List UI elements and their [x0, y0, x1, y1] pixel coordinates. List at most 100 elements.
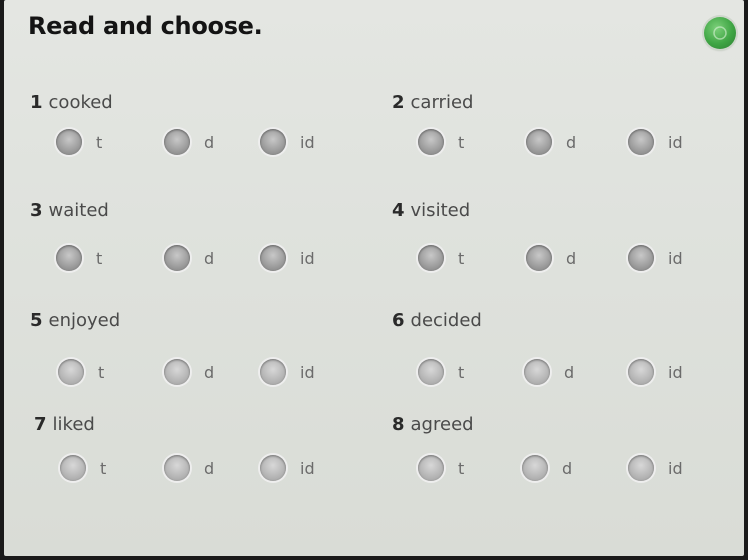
question-word: liked: [52, 414, 95, 435]
option-label: t: [98, 362, 105, 382]
question-label: 8 agreed: [392, 414, 474, 435]
radio-button[interactable]: [260, 455, 286, 481]
question-label: 2 carried: [392, 92, 473, 113]
question-label: 7 liked: [34, 414, 95, 435]
radio-button[interactable]: [56, 129, 82, 155]
question-number: 4: [392, 200, 405, 221]
option-label: id: [668, 248, 683, 268]
radio-button[interactable]: [526, 129, 552, 155]
option-label: t: [458, 458, 465, 478]
question-word: agreed: [410, 414, 474, 435]
radio-button[interactable]: [524, 359, 550, 385]
option-t[interactable]: t: [418, 454, 464, 482]
question-3: 3 waited t d id: [30, 200, 390, 290]
option-id[interactable]: id: [260, 128, 315, 156]
option-t[interactable]: t: [418, 128, 464, 156]
page-title: Read and choose.: [28, 12, 263, 40]
question-number: 3: [30, 200, 43, 221]
question-label: 6 decided: [392, 310, 482, 331]
radio-button[interactable]: [56, 245, 82, 271]
arrow-icon: [713, 26, 727, 40]
option-t[interactable]: t: [58, 358, 104, 386]
radio-button[interactable]: [628, 245, 654, 271]
question-number: 5: [30, 310, 43, 331]
radio-button[interactable]: [260, 129, 286, 155]
option-id[interactable]: id: [260, 454, 315, 482]
question-label: 5 enjoyed: [30, 310, 120, 331]
radio-button[interactable]: [164, 129, 190, 155]
option-label: id: [668, 458, 683, 478]
option-label: id: [668, 132, 683, 152]
question-2: 2 carried t d id: [392, 92, 748, 182]
option-label: d: [204, 458, 215, 478]
question-5: 5 enjoyed t d id: [30, 310, 390, 400]
option-d[interactable]: d: [164, 244, 214, 272]
option-label: id: [300, 458, 315, 478]
question-word: decided: [410, 310, 482, 331]
question-number: 6: [392, 310, 405, 331]
option-label: d: [562, 458, 573, 478]
question-word: visited: [410, 200, 471, 221]
radio-button[interactable]: [260, 359, 286, 385]
option-id[interactable]: id: [628, 454, 683, 482]
exercise-screen: Read and choose. 1 cooked t d id 2 carried…: [4, 0, 744, 556]
option-id[interactable]: id: [260, 358, 315, 386]
option-t[interactable]: t: [56, 244, 102, 272]
radio-button[interactable]: [60, 455, 86, 481]
question-number: 8: [392, 414, 405, 435]
option-t[interactable]: t: [418, 244, 464, 272]
go-button[interactable]: [704, 17, 736, 49]
radio-button[interactable]: [522, 455, 548, 481]
radio-button[interactable]: [526, 245, 552, 271]
radio-button[interactable]: [628, 129, 654, 155]
option-label: t: [458, 132, 465, 152]
option-d[interactable]: d: [526, 244, 576, 272]
option-label: id: [668, 362, 683, 382]
option-d[interactable]: d: [524, 358, 574, 386]
option-d[interactable]: d: [164, 358, 214, 386]
question-7: 7 liked t d id: [34, 414, 394, 504]
option-label: d: [566, 248, 577, 268]
radio-button[interactable]: [418, 129, 444, 155]
radio-button[interactable]: [164, 455, 190, 481]
option-label: t: [96, 132, 103, 152]
radio-button[interactable]: [418, 359, 444, 385]
option-t[interactable]: t: [418, 358, 464, 386]
option-id[interactable]: id: [260, 244, 315, 272]
option-t[interactable]: t: [56, 128, 102, 156]
question-4: 4 visited t d id: [392, 200, 748, 290]
option-d[interactable]: d: [522, 454, 572, 482]
radio-button[interactable]: [628, 455, 654, 481]
option-label: t: [458, 362, 465, 382]
option-id[interactable]: id: [628, 128, 683, 156]
option-id[interactable]: id: [628, 358, 683, 386]
radio-button[interactable]: [164, 245, 190, 271]
question-number: 1: [30, 92, 43, 113]
radio-button[interactable]: [628, 359, 654, 385]
radio-button[interactable]: [418, 455, 444, 481]
radio-button[interactable]: [418, 245, 444, 271]
question-word: cooked: [48, 92, 113, 113]
option-label: d: [204, 132, 215, 152]
option-label: d: [204, 248, 215, 268]
question-1: 1 cooked t d id: [30, 92, 390, 182]
radio-button[interactable]: [260, 245, 286, 271]
radio-button[interactable]: [58, 359, 84, 385]
option-label: d: [204, 362, 215, 382]
option-label: id: [300, 132, 315, 152]
option-id[interactable]: id: [628, 244, 683, 272]
option-label: d: [566, 132, 577, 152]
question-label: 1 cooked: [30, 92, 113, 113]
option-d[interactable]: d: [164, 128, 214, 156]
option-label: d: [564, 362, 575, 382]
option-d[interactable]: d: [164, 454, 214, 482]
option-label: id: [300, 362, 315, 382]
option-t[interactable]: t: [60, 454, 106, 482]
option-label: t: [96, 248, 103, 268]
radio-button[interactable]: [164, 359, 190, 385]
option-label: id: [300, 248, 315, 268]
question-label: 3 waited: [30, 200, 109, 221]
question-label: 4 visited: [392, 200, 470, 221]
question-8: 8 agreed t d id: [392, 414, 748, 504]
option-d[interactable]: d: [526, 128, 576, 156]
